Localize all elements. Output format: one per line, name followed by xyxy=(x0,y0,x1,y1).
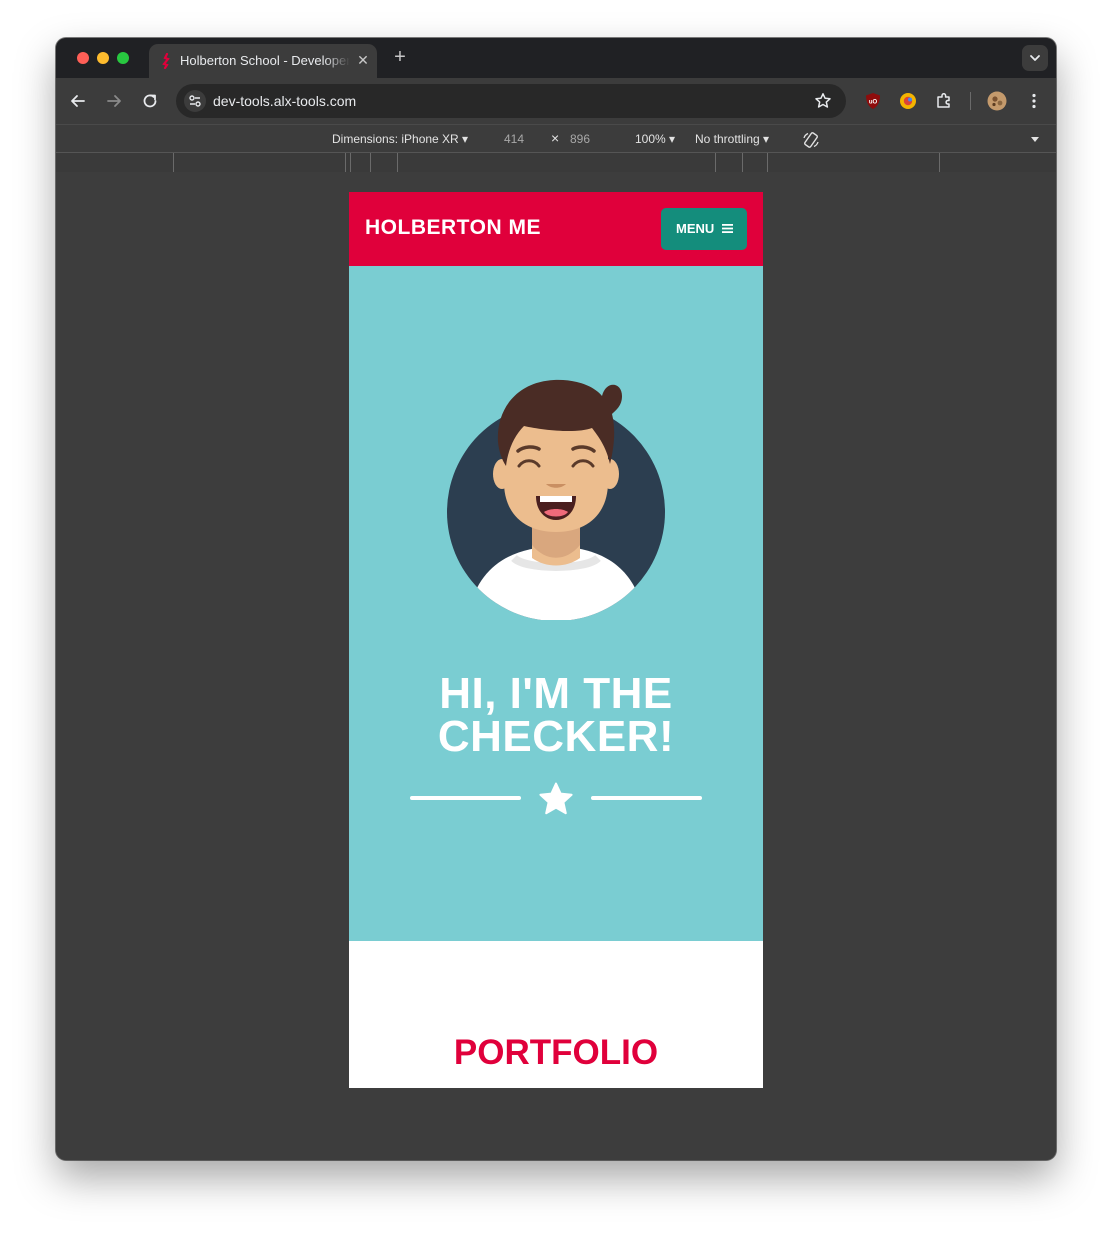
hamburger-icon xyxy=(722,224,733,233)
close-window-button[interactable] xyxy=(77,52,89,64)
tune-icon xyxy=(189,95,201,107)
address-bar[interactable]: dev-tools.alx-tools.com xyxy=(176,84,846,118)
menu-label: MENU xyxy=(676,221,715,236)
holberton-favicon-icon xyxy=(162,53,170,69)
device-width-input[interactable]: 414 xyxy=(504,132,524,146)
tab-close-icon[interactable]: ✕ xyxy=(355,52,371,68)
emulated-page: HOLBERTON ME MENU HI, I'M THE CHECKER! P… xyxy=(349,192,763,1088)
new-tab-button[interactable]: + xyxy=(390,47,410,67)
forward-arrow-icon[interactable] xyxy=(104,91,124,111)
svg-text:uO: uO xyxy=(869,100,878,106)
color-extension-icon[interactable] xyxy=(898,91,918,111)
site-info-button[interactable] xyxy=(184,90,206,112)
tab-search-button[interactable] xyxy=(1022,45,1048,71)
device-viewport: HOLBERTON ME MENU HI, I'M THE CHECKER! P… xyxy=(56,172,1056,1160)
star-icon xyxy=(539,782,573,815)
tab-strip: Holberton School - Developer Tools ✕ + xyxy=(56,38,1056,78)
zoom-window-button[interactable] xyxy=(117,52,129,64)
reload-icon[interactable] xyxy=(140,91,160,111)
divider-line-right xyxy=(591,796,702,800)
back-arrow-icon[interactable] xyxy=(68,91,88,111)
chevron-down-icon xyxy=(1030,55,1040,61)
site-brand[interactable]: HOLBERTON ME xyxy=(365,216,541,240)
site-header: HOLBERTON ME MENU xyxy=(349,192,763,266)
divider-line-left xyxy=(410,796,521,800)
toolbar-separator xyxy=(970,92,971,110)
portfolio-section: PORTFOLIO xyxy=(349,941,763,1088)
bookmark-star-icon[interactable] xyxy=(813,91,833,111)
hero-section: HI, I'M THE CHECKER! xyxy=(349,266,763,941)
device-height-input[interactable]: 896 xyxy=(570,132,590,146)
device-toolbar-more-icon[interactable] xyxy=(1030,134,1040,144)
avatar-illustration xyxy=(447,379,665,620)
minimize-window-button[interactable] xyxy=(97,52,109,64)
browser-toolbar: dev-tools.alx-tools.com uO xyxy=(56,78,1056,124)
throttling-select[interactable]: No throttling ▾ xyxy=(695,132,769,146)
menu-button[interactable]: MENU xyxy=(661,208,747,250)
portfolio-title: PORTFOLIO xyxy=(453,1033,659,1072)
browser-window: Holberton School - Developer Tools ✕ + xyxy=(56,38,1056,1160)
rotate-device-icon[interactable] xyxy=(801,130,821,150)
extensions-puzzle-icon[interactable] xyxy=(934,91,954,111)
media-query-ruler xyxy=(56,152,1056,173)
device-dimensions-select[interactable]: Dimensions: iPhone XR ▾ xyxy=(332,132,468,146)
ublock-origin-icon[interactable]: uO xyxy=(863,91,883,111)
more-vert-icon[interactable] xyxy=(1024,91,1044,111)
tab-title: Holberton School - Developer Tools xyxy=(180,53,350,68)
hero-title: HI, I'M THE CHECKER! xyxy=(437,669,675,761)
zoom-select[interactable]: 100% ▾ xyxy=(635,132,675,146)
url-text[interactable]: dev-tools.alx-tools.com xyxy=(213,92,356,110)
active-tab[interactable]: Holberton School - Developer Tools ✕ xyxy=(149,44,377,78)
dimension-separator: × xyxy=(551,130,560,146)
device-toolbar: Dimensions: iPhone XR ▾ 414 × 896 100% ▾… xyxy=(56,124,1056,153)
profile-avatar-icon[interactable] xyxy=(987,91,1007,111)
